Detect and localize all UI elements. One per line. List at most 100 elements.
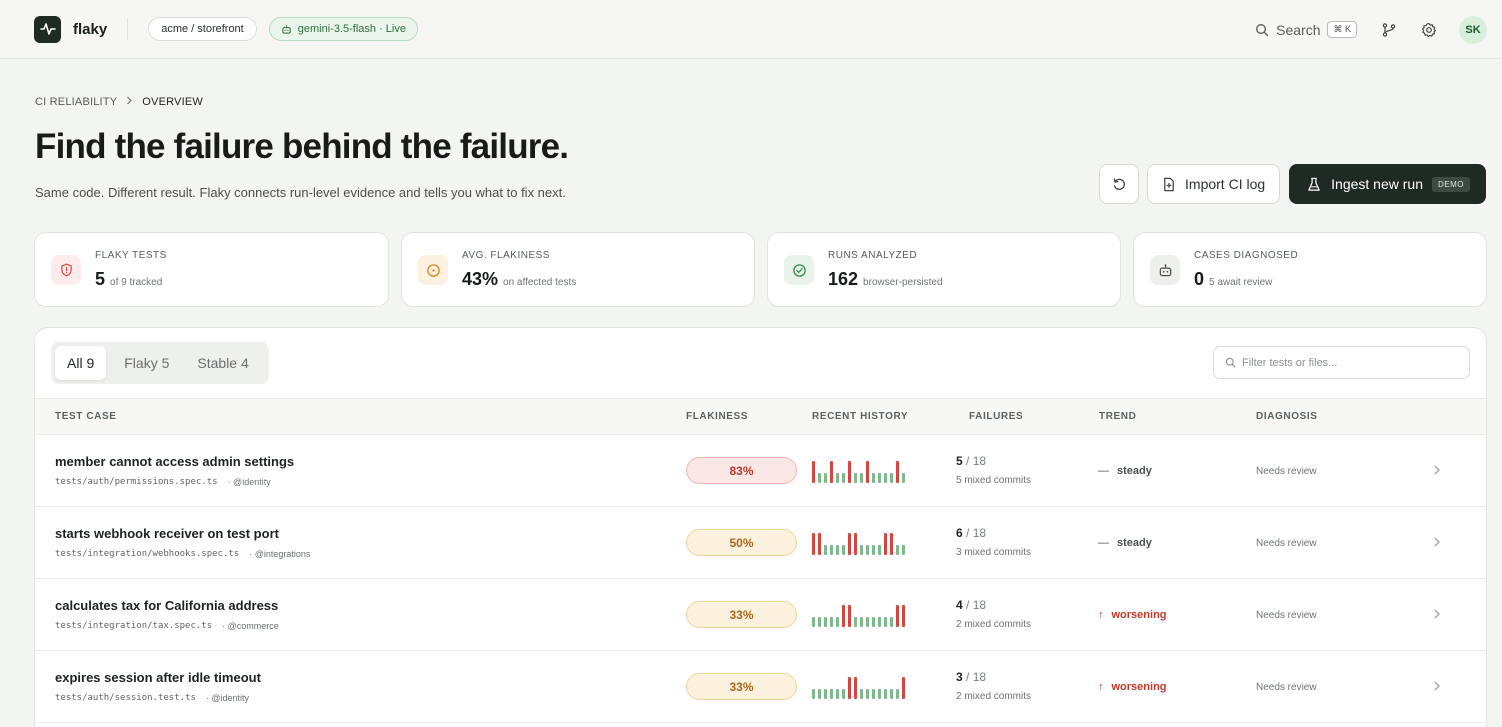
table-row[interactable]: starts webhook receiver on test port test… (35, 507, 1486, 579)
page-title: Find the failure behind the failure. (35, 127, 569, 166)
test-name[interactable]: calculates tax for California address (55, 598, 278, 613)
history-bar-pass (872, 617, 875, 627)
import-ci-log-button[interactable]: Import CI log (1147, 164, 1281, 204)
gear-icon[interactable] (1419, 20, 1439, 40)
stat-card-cases-diagnosed: CASES DIAGNOSED 0 5 await review (1133, 232, 1487, 307)
test-name[interactable]: expires session after idle timeout (55, 670, 261, 685)
tab-flaky[interactable]: Flaky 5 (112, 346, 181, 380)
history-bar-pass (878, 617, 881, 627)
history-bar-pass (854, 617, 857, 627)
history-bar-fail (818, 533, 821, 555)
trend-label: worsening (1111, 681, 1167, 693)
refresh-icon (1113, 177, 1125, 190)
history-bar-pass (830, 689, 833, 699)
history-bar-pass (866, 689, 869, 699)
tab-label: Stable (197, 355, 238, 371)
header-actions: Import CI log Ingest new run DEMO (1099, 164, 1486, 204)
target-icon (418, 255, 448, 285)
test-name[interactable]: member cannot access admin settings (55, 454, 294, 469)
mixed-commits: 2 mixed commits (956, 619, 1032, 630)
git-branch-icon[interactable] (1379, 20, 1399, 40)
test-owner: · @identity (205, 693, 250, 703)
chevron-right-icon[interactable] (1433, 535, 1441, 553)
table-row[interactable]: member cannot access admin settings tests… (35, 435, 1486, 507)
stat-card-runs-analyzed: RUNS ANALYZED 162 browser-persisted (767, 232, 1121, 307)
table-row[interactable]: expires session after idle timeout tests/… (35, 651, 1486, 723)
stat-value: 43% (462, 269, 499, 289)
file-import-icon (1164, 177, 1174, 191)
stat-label: CASES DIAGNOSED (1194, 250, 1299, 261)
history-bar-pass (860, 473, 863, 483)
recent-history-sparkline (812, 675, 912, 699)
failure-total: / 18 (966, 598, 987, 612)
mixed-commits: 2 mixed commits (956, 691, 1032, 702)
failure-count: 4 / 18 (956, 598, 986, 612)
tab-all[interactable]: All 9 (55, 346, 107, 380)
chevron-right-icon[interactable] (1433, 463, 1441, 481)
logo-icon[interactable] (34, 15, 61, 43)
ingest-new-run-button[interactable]: Ingest new run DEMO (1289, 164, 1486, 204)
table-row[interactable]: calculates tax for California address tes… (35, 579, 1486, 651)
history-bar-pass (860, 545, 863, 555)
tab-count: 4 (240, 355, 249, 371)
column-header-flakiness[interactable]: FLAKINESS (686, 411, 748, 422)
column-header-diagnosis: DIAGNOSIS (1256, 411, 1318, 422)
failure-count-value: 5 (956, 454, 963, 468)
test-name[interactable]: starts webhook receiver on test port (55, 526, 279, 541)
filter-tests-input[interactable] (1242, 356, 1462, 369)
history-bar-pass (902, 473, 905, 483)
tab-stable[interactable]: Stable 4 (185, 346, 260, 380)
history-bar-pass (812, 617, 815, 627)
column-header-failures[interactable]: FAILURES (969, 411, 1023, 422)
history-bar-pass (830, 617, 833, 627)
history-bar-pass (836, 689, 839, 699)
flakiness-badge: 50% (686, 529, 797, 556)
history-bar-fail (848, 533, 851, 555)
tests-table-card: All 9 Flaky 5 Stable 4 TEST CASE FLAKINE… (34, 327, 1487, 727)
history-bar-pass (890, 473, 893, 483)
chevron-right-icon[interactable] (1433, 607, 1441, 625)
failure-count-value: 4 (956, 598, 963, 612)
failure-count-value: 3 (956, 670, 963, 684)
check-circle-icon (784, 255, 814, 285)
history-bar-pass (824, 545, 827, 555)
trend-glyph: ↑ (1098, 681, 1104, 693)
top-bar: flaky acme / storefront gemini-3.5-flash… (0, 0, 1502, 59)
history-bar-pass (836, 473, 839, 483)
avatar[interactable]: SK (1459, 15, 1487, 44)
trend-glyph: ↑ (1098, 609, 1104, 621)
trend-indicator: — steady (1098, 465, 1152, 477)
trend-indicator: — steady (1098, 537, 1152, 549)
recent-history-sparkline (812, 603, 912, 627)
divider (127, 18, 129, 40)
history-bar-pass (836, 617, 839, 627)
brand-name: flaky (73, 20, 108, 38)
history-bar-pass (842, 473, 845, 483)
repo-selector[interactable]: acme / storefront (148, 17, 257, 41)
stat-sub: on affected tests (503, 277, 577, 288)
mixed-commits: 3 mixed commits (956, 547, 1032, 558)
refresh-button[interactable] (1099, 164, 1140, 204)
breadcrumb-section[interactable]: CI RELIABILITY (35, 96, 117, 108)
search-icon (1225, 357, 1236, 368)
history-bar-pass (902, 545, 905, 555)
search-button[interactable]: Search ⌘ K (1255, 21, 1357, 38)
filter-tabs: All 9 Flaky 5 Stable 4 (51, 342, 269, 384)
column-header-test-case[interactable]: TEST CASE (55, 411, 117, 422)
history-bar-fail (842, 605, 845, 627)
failure-count-value: 6 (956, 526, 963, 540)
history-bar-fail (890, 533, 893, 555)
history-bar-pass (884, 473, 887, 483)
history-bar-pass (818, 617, 821, 627)
history-bar-fail (848, 605, 851, 627)
chevron-right-icon[interactable] (1433, 679, 1441, 697)
trend-indicator: ↑ worsening (1098, 609, 1167, 621)
table-header: TEST CASE FLAKINESS RECENT HISTORY FAILU… (35, 398, 1486, 435)
model-status-badge[interactable]: gemini-3.5-flash · Live (268, 17, 418, 41)
history-bar-pass (872, 689, 875, 699)
history-bar-fail (896, 461, 899, 483)
trend-indicator: ↑ worsening (1098, 681, 1167, 693)
stat-value: 5 (95, 269, 106, 289)
history-bar-fail (896, 605, 899, 627)
test-file-path: tests/integration/webhooks.spec.ts (55, 549, 240, 559)
